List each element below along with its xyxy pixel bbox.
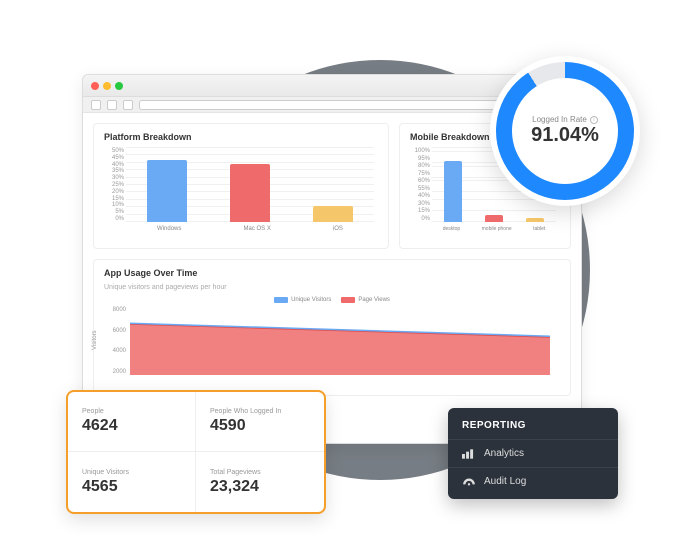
x-axis-labels: Windows Mac OS X iOS — [126, 226, 374, 240]
app-usage-chart: Visitors 8000600040002000 — [104, 307, 560, 387]
card-title: App Usage Over Time — [104, 268, 560, 278]
bars — [126, 148, 374, 222]
bar-tablet — [526, 218, 544, 222]
stats-card: People 4624 People Who Logged In 4590 Un… — [66, 390, 326, 514]
donut-value: 91.04% — [531, 124, 599, 147]
reporting-item-label: Analytics — [484, 448, 524, 459]
legend-page-views: Page Views — [358, 297, 390, 303]
stat-value: 23,324 — [210, 478, 310, 496]
stat-label: People — [82, 408, 181, 415]
y-axis-labels: 50%45%40%35%30%25%20%15%10%5%0% — [104, 148, 124, 222]
bar-windows — [147, 160, 187, 222]
stat-label: People Who Logged In — [210, 408, 310, 415]
logged-in-rate-donut: Logged In Rate i 91.04% — [490, 56, 640, 206]
donut-label: Logged In Rate i — [532, 115, 598, 124]
stat-people-logged-in: People Who Logged In 4590 — [196, 392, 324, 452]
bar-ios — [313, 206, 353, 222]
gauge-icon — [462, 477, 476, 487]
stat-label: Unique Visitors — [82, 469, 181, 476]
x-axis-labels: desktop mobile phone tablet — [432, 226, 556, 240]
legend: Unique Visitors Page Views — [104, 297, 560, 303]
stat-value: 4624 — [82, 417, 181, 435]
bar-mobile-phone — [485, 215, 503, 222]
bar-macosx — [230, 164, 270, 222]
stat-total-pageviews: Total Pageviews 23,324 — [196, 452, 324, 512]
app-usage-card: App Usage Over Time Unique visitors and … — [93, 259, 571, 396]
legend-unique-visitors: Unique Visitors — [291, 297, 331, 303]
maximize-icon[interactable] — [115, 82, 123, 90]
stat-value: 4565 — [82, 478, 181, 496]
reload-button[interactable] — [123, 100, 133, 110]
reporting-item-analytics[interactable]: Analytics — [448, 439, 618, 467]
platform-breakdown-chart: 50%45%40%35%30%25%20%15%10%5%0% Windows … — [104, 148, 378, 240]
stat-label: Total Pageviews — [210, 469, 310, 476]
y-axis-labels: 100%95%80%75%60%55%40%30%15%0% — [410, 148, 430, 222]
reporting-title: REPORTING — [448, 420, 618, 439]
reporting-panel: REPORTING Analytics Audit Log — [448, 408, 618, 499]
platform-breakdown-card: Platform Breakdown 50%45%40%35%30%25%20%… — [93, 123, 389, 249]
back-button[interactable] — [91, 100, 101, 110]
reporting-item-label: Audit Log — [484, 476, 526, 487]
analytics-icon — [462, 449, 476, 459]
stat-value: 4590 — [210, 417, 310, 435]
card-title: Platform Breakdown — [104, 132, 378, 142]
y-axis-labels: 8000600040002000 — [104, 307, 126, 375]
stat-people: People 4624 — [68, 392, 196, 452]
area-svg — [130, 307, 550, 375]
close-icon[interactable] — [91, 82, 99, 90]
info-icon[interactable]: i — [590, 116, 598, 124]
minimize-icon[interactable] — [103, 82, 111, 90]
bar-desktop — [444, 161, 462, 222]
stat-unique-visitors: Unique Visitors 4565 — [68, 452, 196, 512]
forward-button[interactable] — [107, 100, 117, 110]
card-subtitle: Unique visitors and pageviews per hour — [104, 284, 560, 291]
y-axis-title: Visitors — [92, 330, 98, 350]
reporting-item-audit-log[interactable]: Audit Log — [448, 467, 618, 495]
